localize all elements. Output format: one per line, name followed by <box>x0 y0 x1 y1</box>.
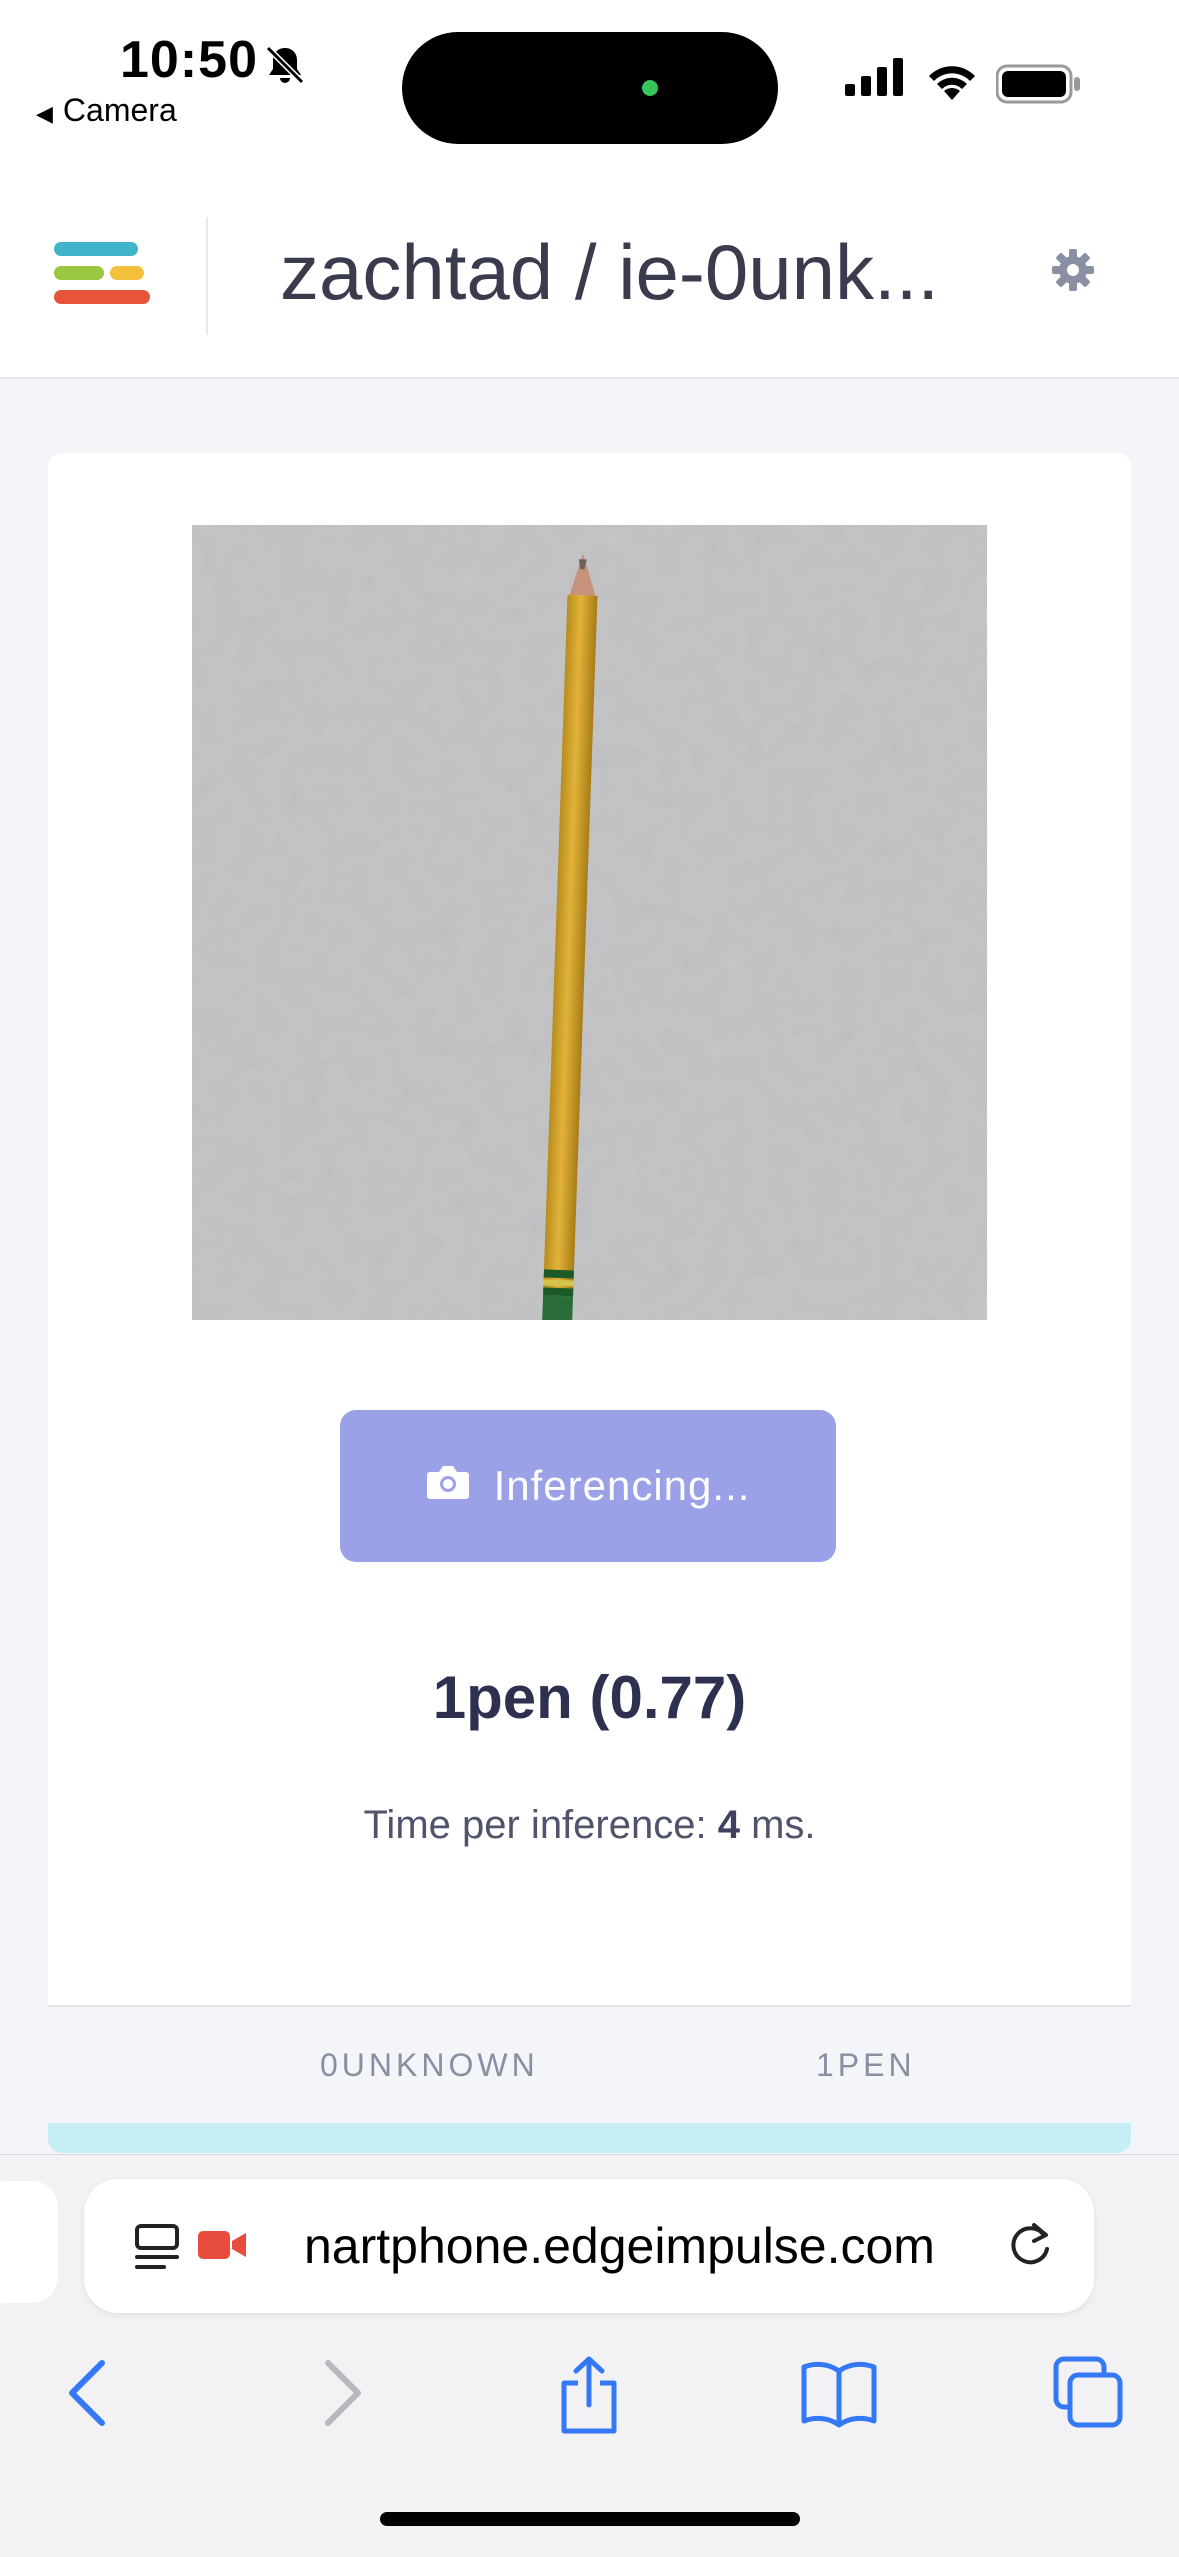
back-triangle-icon: ◀ <box>36 101 53 126</box>
back-to-camera-link[interactable]: ◀ Camera <box>36 92 177 129</box>
project-title: zachtad / ie-0unk... <box>280 228 940 316</box>
back-app-label: Camera <box>62 92 177 128</box>
url-text: nartphone.edgeimpulse.com <box>304 2218 935 2274</box>
bell-slash-icon <box>262 42 308 93</box>
wifi-icon <box>924 60 980 105</box>
classification-result: 1pen (0.77) <box>432 1664 747 1731</box>
gear-icon[interactable] <box>1050 247 1096 298</box>
camera-recording-icon <box>196 2227 248 2268</box>
bookmarks-icon[interactable] <box>800 2355 878 2436</box>
class-table-header: 0UNKNOWN 1PEN <box>48 2005 1131 2125</box>
cellular-signal-icon <box>845 58 907 101</box>
inferencing-button-label: Inferencing... <box>493 1462 751 1509</box>
class-column-unknown: 0UNKNOWN <box>320 2047 539 2083</box>
address-bar[interactable]: nartphone.edgeimpulse.com <box>84 2179 1094 2313</box>
reader-icon[interactable] <box>134 2223 182 2280</box>
timing-prefix: Time per inference: <box>363 1803 718 1847</box>
timing-suffix: ms. <box>739 1803 816 1847</box>
reload-icon[interactable] <box>1004 2219 1056 2276</box>
browser-toolbar: nartphone.edgeimpulse.com <box>0 2154 1179 2557</box>
camera-in-use-indicator <box>642 80 658 96</box>
timing-value: 4 <box>717 1803 740 1847</box>
edge-impulse-logo[interactable] <box>52 240 152 313</box>
header-divider <box>206 217 208 335</box>
camera-icon <box>426 1462 470 1510</box>
share-icon[interactable] <box>556 2355 622 2440</box>
inferencing-button[interactable]: Inferencing... <box>340 1410 836 1562</box>
back-icon[interactable] <box>62 2355 112 2436</box>
class-column-pen: 1PEN <box>816 2047 916 2083</box>
class-table-row <box>48 2123 1131 2153</box>
battery-icon <box>995 64 1082 109</box>
dynamic-island <box>402 32 778 144</box>
home-indicator[interactable] <box>380 2512 800 2526</box>
inference-timing: Time per inference: 4 ms. <box>48 1803 1131 1848</box>
clock: 10:50 <box>120 31 258 89</box>
status-bar: 10:50 ◀ Camera <box>0 0 1179 175</box>
previous-tab-peek[interactable] <box>0 2181 58 2303</box>
app-header: zachtad / ie-0unk... <box>0 175 1179 379</box>
classifier-card: Inferencing... 1pen (0.77) Time per infe… <box>48 453 1131 2153</box>
tabs-icon[interactable] <box>1052 2355 1124 2436</box>
camera-preview <box>192 525 987 1320</box>
forward-icon[interactable] <box>318 2355 368 2436</box>
